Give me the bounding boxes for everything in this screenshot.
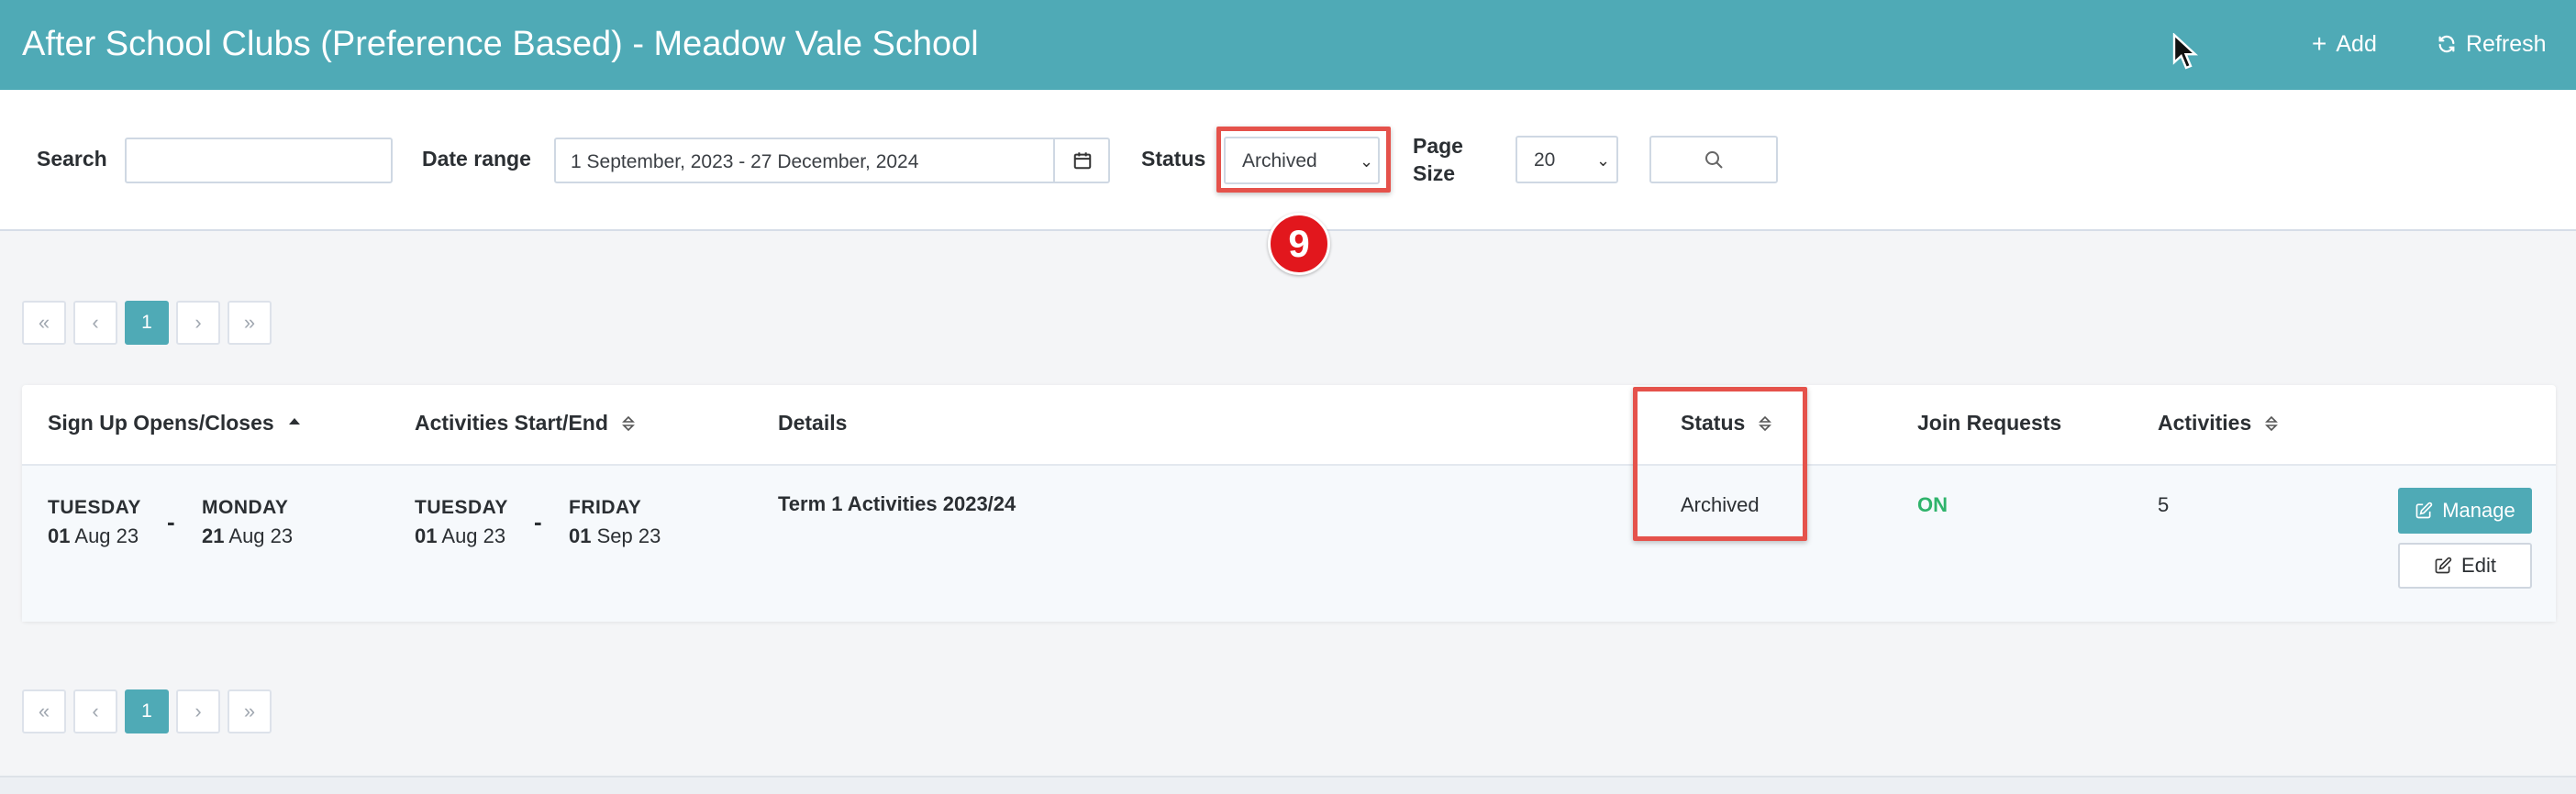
calendar-button[interactable]: [1053, 138, 1110, 183]
pagination-next-button[interactable]: ›: [176, 689, 220, 733]
signup-close-date: 21 Aug 23: [202, 524, 293, 548]
edit-icon: [2415, 502, 2433, 519]
edit-icon: [2435, 557, 2452, 574]
row-activities-count: 5: [2158, 493, 2170, 516]
column-header-activities-label: Activities: [2158, 411, 2252, 435]
activities-start-date: 01 Aug 23: [415, 524, 505, 548]
column-header-details: Details: [778, 411, 848, 435]
add-button-label: Add: [2336, 30, 2377, 57]
signup-close-day: MONDAY: [202, 497, 289, 518]
column-header-signup[interactable]: Sign Up Opens/Closes: [48, 411, 302, 436]
pagination-prev-button[interactable]: ‹: [73, 301, 117, 345]
refresh-icon: [2438, 35, 2455, 53]
chevron-down-icon: ⌄: [1596, 151, 1611, 170]
pagination-last-button[interactable]: »: [228, 301, 272, 345]
row-join-requests: ON: [1917, 493, 1948, 516]
column-header-activities-period[interactable]: Activities Start/End: [415, 411, 636, 436]
column-header-activities[interactable]: Activities: [2158, 411, 2279, 436]
column-header-activities-period-label: Activities Start/End: [415, 411, 608, 435]
edit-button[interactable]: Edit: [2398, 543, 2532, 589]
sort-ascending-icon: [288, 417, 300, 425]
pagination-first-button[interactable]: «: [22, 301, 66, 345]
date-separator: -: [167, 508, 175, 535]
status-column-highlight: [1633, 387, 1807, 541]
step-number-badge: 9: [1268, 213, 1330, 275]
refresh-button[interactable]: Refresh: [2437, 26, 2547, 62]
pagination-current-page[interactable]: 1: [125, 689, 169, 733]
page-size-value: 20: [1534, 149, 1556, 171]
row-details: Term 1 Activities 2023/24: [778, 492, 1016, 515]
activities-end-daynum: 01: [569, 524, 592, 547]
page-footer-strip: [0, 776, 2576, 794]
signup-open-daynum: 01: [48, 524, 71, 547]
refresh-button-label: Refresh: [2466, 30, 2547, 57]
column-header-join-requests: Join Requests: [1917, 411, 2062, 435]
add-button[interactable]: + Add: [2312, 26, 2377, 62]
pagination-first-button[interactable]: «: [22, 689, 66, 733]
plus-icon: +: [2312, 29, 2327, 58]
status-filter-highlight: [1216, 127, 1391, 193]
table-row: [22, 464, 2556, 622]
signup-close-monthyear: Aug 23: [228, 524, 294, 547]
signup-close-daynum: 21: [202, 524, 225, 547]
page-title: After School Clubs (Preference Based) - …: [22, 25, 979, 63]
date-separator: -: [534, 508, 542, 535]
date-range-value: 1 September, 2023 - 27 December, 2024: [571, 151, 919, 172]
sort-icon: [621, 415, 635, 431]
mouse-cursor-icon: [2172, 33, 2198, 70]
activities-end-monthyear: Sep 23: [596, 524, 661, 547]
activities-start-monthyear: Aug 23: [441, 524, 506, 547]
pagination-next-button[interactable]: ›: [176, 301, 220, 345]
page-size-label: Page Size: [1413, 132, 1463, 187]
search-input[interactable]: [125, 138, 393, 183]
status-filter-label: Status: [1141, 147, 1206, 171]
signup-open-date: 01 Aug 23: [48, 524, 139, 548]
edit-button-label: Edit: [2461, 554, 2496, 577]
search-icon: [1705, 151, 1723, 169]
column-header-signup-label: Sign Up Opens/Closes: [48, 411, 274, 435]
activities-start-daynum: 01: [415, 524, 438, 547]
signup-open-day: TUESDAY: [48, 497, 141, 518]
date-range-input[interactable]: 1 September, 2023 - 27 December, 2024: [554, 138, 1110, 183]
app-header: After School Clubs (Preference Based) - …: [0, 0, 2576, 90]
pagination-last-button[interactable]: »: [228, 689, 272, 733]
pagination-top: « ‹ 1 › »: [22, 301, 272, 345]
signup-open-monthyear: Aug 23: [74, 524, 139, 547]
pagination-current-page[interactable]: 1: [125, 301, 169, 345]
pagination-prev-button[interactable]: ‹: [73, 689, 117, 733]
activities-start-day: TUESDAY: [415, 497, 508, 518]
page-size-label-line2: Size: [1413, 161, 1456, 185]
page-size-label-line1: Page: [1413, 134, 1463, 158]
sort-icon: [2265, 415, 2279, 431]
pagination-bottom: « ‹ 1 › »: [22, 689, 272, 733]
manage-button-label: Manage: [2442, 499, 2515, 522]
search-button[interactable]: [1649, 136, 1778, 183]
activities-end-date: 01 Sep 23: [569, 524, 661, 548]
date-range-label: Date range: [422, 147, 531, 171]
page-size-select[interactable]: 20 ⌄: [1516, 136, 1618, 183]
manage-button[interactable]: Manage: [2398, 488, 2532, 534]
search-label: Search: [37, 147, 107, 171]
activities-end-day: FRIDAY: [569, 497, 642, 518]
calendar-icon: [1073, 152, 1092, 170]
